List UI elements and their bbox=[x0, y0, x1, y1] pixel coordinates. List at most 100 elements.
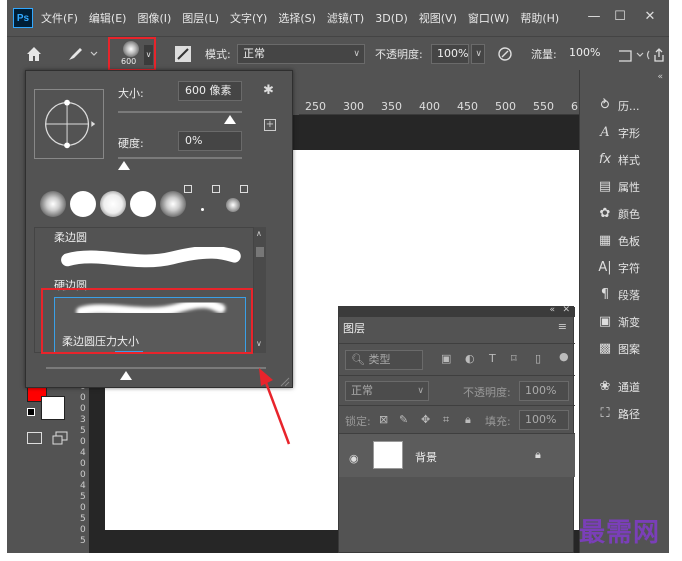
recent-brush-soft-icon[interactable] bbox=[100, 191, 126, 217]
minimize-button[interactable]: — bbox=[583, 6, 605, 26]
size-slider-track[interactable] bbox=[118, 111, 242, 113]
layer-name[interactable]: 背景 bbox=[415, 449, 437, 465]
collapse-dock-icon[interactable]: « bbox=[657, 72, 663, 82]
menu-view[interactable]: 视图(V) bbox=[419, 10, 457, 26]
horizontal-ruler: 250 300 350 400 450 500 550 6 bbox=[299, 97, 579, 115]
history-icon: ⥁ bbox=[600, 98, 610, 113]
recent-brush-soft-icon[interactable] bbox=[160, 191, 186, 217]
menu-image[interactable]: 图像(I) bbox=[137, 10, 171, 26]
menu-edit[interactable]: 编辑(E) bbox=[89, 10, 127, 26]
close-panel-icon[interactable]: ✕ bbox=[562, 305, 570, 315]
menu-window[interactable]: 窗口(W) bbox=[468, 10, 509, 26]
visibility-eye-icon[interactable]: ◉ bbox=[349, 452, 359, 465]
hardness-slider-thumb[interactable] bbox=[118, 161, 130, 170]
opacity-input[interactable]: 100% bbox=[431, 44, 469, 64]
dock-color[interactable]: ✿ 颜色 bbox=[598, 206, 640, 222]
quick-mask-icon[interactable] bbox=[27, 432, 42, 444]
menu-file[interactable]: 文件(F) bbox=[41, 10, 78, 26]
menu-3d[interactable]: 3D(D) bbox=[375, 12, 408, 25]
watermark-logo: 最需网 bbox=[579, 518, 661, 548]
dock-glyphs[interactable]: A 字形 bbox=[598, 125, 640, 141]
lock-label: 锁定: bbox=[345, 415, 371, 428]
filter-toggle-icon[interactable]: ● bbox=[559, 350, 569, 363]
filter-shape-icon[interactable]: ⌑ bbox=[511, 352, 517, 365]
brush-preset-dropdown[interactable]: ∨ bbox=[144, 45, 153, 65]
lock-image-icon[interactable]: ✎ bbox=[399, 413, 408, 426]
size-slider-thumb[interactable] bbox=[224, 115, 236, 124]
new-preset-icon[interactable]: + bbox=[264, 119, 276, 131]
dock-character[interactable]: A| 字符 bbox=[598, 260, 640, 276]
brush-tool-icon[interactable] bbox=[67, 46, 101, 62]
dock-properties[interactable]: ▤ 属性 bbox=[598, 179, 640, 195]
filter-pixel-icon[interactable]: ▣ bbox=[441, 352, 451, 365]
layers-panel: « ✕ 图层 ≡ 🔍︎ 类型 ▣ ◐ T ⌑ ▯ ● 正常 ∨ 不透明度: 100… bbox=[338, 305, 575, 553]
lock-position-icon[interactable]: ✥ bbox=[421, 413, 430, 426]
dock-gradient[interactable]: ▣ 渐变 bbox=[598, 314, 640, 330]
dock-channels[interactable]: ❀ 通道 bbox=[598, 379, 640, 395]
recent-brush-hard-icon[interactable] bbox=[70, 191, 96, 217]
screen-mode-icon[interactable] bbox=[52, 431, 68, 445]
flow-input[interactable]: 100% bbox=[564, 44, 614, 64]
character-icon: A| bbox=[598, 260, 612, 275]
brush-angle-widget[interactable] bbox=[34, 89, 104, 159]
stroke-preview-soft[interactable] bbox=[54, 247, 246, 269]
pressure-opacity-icon[interactable] bbox=[497, 46, 513, 62]
fill-input[interactable]: 100% bbox=[519, 410, 569, 430]
blend-mode-select[interactable]: 正常 ∨ bbox=[345, 381, 429, 401]
lock-all-icon[interactable]: 🔒︎ bbox=[465, 413, 471, 427]
opacity-dropdown[interactable]: ∨ bbox=[471, 44, 485, 64]
filter-kind-select[interactable]: 🔍︎ 类型 bbox=[345, 350, 423, 370]
mode-select[interactable]: 正常 ∨ bbox=[237, 44, 365, 64]
filter-adjustment-icon[interactable]: ◐ bbox=[465, 352, 475, 365]
menu-select[interactable]: 选择(S) bbox=[278, 10, 316, 26]
brush-preview-icon[interactable] bbox=[123, 41, 139, 57]
pressure-badge-icon bbox=[240, 185, 248, 193]
ruler-label: 350 bbox=[381, 100, 402, 113]
recent-brush-hard-icon[interactable] bbox=[130, 191, 156, 217]
default-colors-icon[interactable] bbox=[27, 408, 35, 416]
mode-label: 模式: bbox=[205, 48, 231, 61]
background-color-swatch[interactable] bbox=[41, 396, 65, 420]
menu-type[interactable]: 文字(Y) bbox=[230, 10, 267, 26]
recent-brush-tiny-icon[interactable] bbox=[201, 208, 204, 211]
right-panel-dock: « ⥁ 历... A 字形 fx 样式 ▤ 属性 ✿ 颜色 ▦ 色板 A| 字符 ¶ 段落 ▣ 渐… bbox=[579, 70, 669, 553]
maximize-button[interactable]: ☐ bbox=[609, 6, 631, 26]
ruler-label: 250 bbox=[305, 100, 326, 113]
preview-size-slider-thumb[interactable] bbox=[120, 371, 132, 380]
airbrush-share-icons[interactable] bbox=[615, 47, 665, 63]
gear-icon[interactable]: ✱ bbox=[263, 83, 274, 98]
panel-menu-icon[interactable]: ≡ bbox=[558, 320, 567, 333]
collapse-icon[interactable]: « bbox=[549, 305, 555, 315]
menu-filter[interactable]: 滤镜(T) bbox=[327, 10, 364, 26]
dock-swatches[interactable]: ▦ 色板 bbox=[598, 233, 640, 249]
size-input[interactable]: 600 像素 bbox=[178, 81, 242, 101]
dock-paths[interactable]: ⛶ 路径 bbox=[598, 406, 640, 422]
layers-panel-header[interactable]: « ✕ bbox=[339, 305, 575, 317]
close-button[interactable]: ✕ bbox=[639, 6, 661, 26]
tab-layers[interactable]: 图层 bbox=[343, 320, 365, 336]
ps-logo: Ps bbox=[13, 8, 33, 28]
dock-patterns[interactable]: ▩ 图案 bbox=[598, 341, 640, 357]
lock-transparent-icon[interactable]: ⊠ bbox=[379, 413, 388, 426]
hardness-slider-track[interactable] bbox=[118, 157, 242, 159]
home-icon[interactable] bbox=[25, 45, 43, 63]
dock-paragraph[interactable]: ¶ 段落 bbox=[598, 287, 640, 303]
dock-styles[interactable]: fx 样式 bbox=[598, 152, 640, 168]
filter-type-icon[interactable]: T bbox=[489, 352, 496, 365]
layers-filter-row: 🔍︎ 类型 ▣ ◐ T ⌑ ▯ ● bbox=[339, 343, 575, 375]
ruler-label: 400 bbox=[419, 100, 440, 113]
recent-brush-soft-icon[interactable] bbox=[40, 191, 66, 217]
photoshop-window: Ps 文件(F) 编辑(E) 图像(I) 图层(L) 文字(Y) 选择(S) 滤… bbox=[7, 0, 669, 553]
hardness-input[interactable]: 0% bbox=[178, 131, 242, 151]
dock-history[interactable]: ⥁ 历... bbox=[598, 98, 640, 114]
preset-label-soft-round: 柔边圆 bbox=[54, 231, 87, 244]
layer-opacity-input[interactable]: 100% bbox=[519, 381, 569, 401]
lock-artboard-icon[interactable]: ⌗ bbox=[443, 413, 449, 427]
brush-settings-toggle-icon[interactable] bbox=[175, 46, 191, 62]
preset-list-scrollbar[interactable]: ∧ ∨ bbox=[254, 227, 266, 353]
preview-size-slider-track[interactable] bbox=[46, 367, 266, 369]
menu-help[interactable]: 帮助(H) bbox=[520, 10, 559, 26]
menu-layer[interactable]: 图层(L) bbox=[182, 10, 219, 26]
filter-smart-icon[interactable]: ▯ bbox=[535, 352, 541, 365]
recent-brush-small-icon[interactable] bbox=[226, 198, 240, 212]
